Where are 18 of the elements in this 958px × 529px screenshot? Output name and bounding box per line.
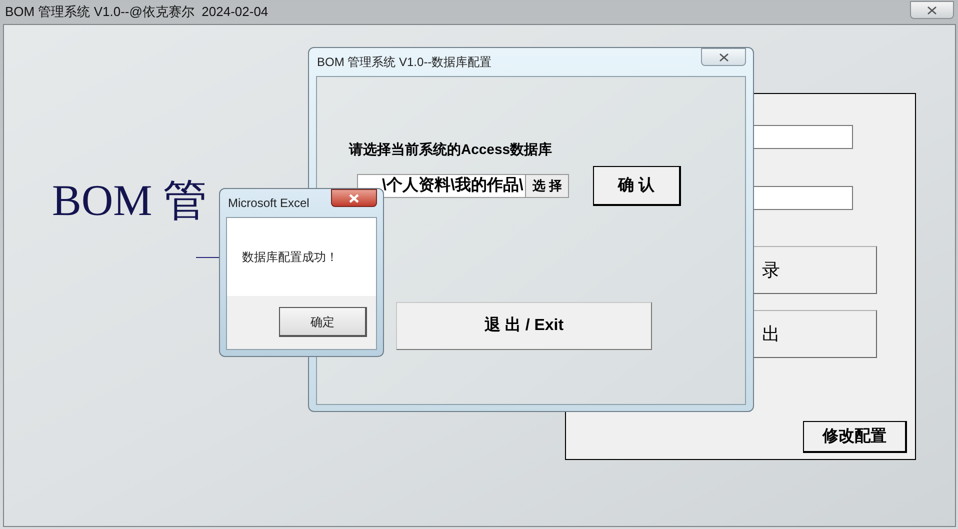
close-button[interactable]	[701, 48, 746, 66]
close-icon	[349, 194, 359, 202]
exit-button[interactable]: 退 出 / Exit	[396, 302, 652, 350]
browse-button[interactable]: 选 择	[525, 175, 568, 197]
path-field[interactable]: \个人资料\我的作品\ 选 择	[357, 174, 569, 198]
close-icon	[927, 6, 937, 14]
ok-button[interactable]: 确定	[279, 307, 367, 337]
message-text: 数据库配置成功！	[242, 249, 338, 266]
window-title: BOM 管理系统 V1.0--@依克赛尔 2024-02-04	[5, 3, 268, 22]
confirm-button[interactable]: 确 认	[592, 166, 681, 206]
app-heading: BOM 管	[52, 175, 208, 227]
dialog-title: Microsoft Excel	[228, 195, 310, 212]
close-button[interactable]	[331, 189, 377, 207]
dialog-title: BOM 管理系统 V1.0--数据库配置	[317, 54, 492, 71]
settings-button[interactable]: 修改配置	[803, 421, 907, 453]
close-icon	[718, 52, 728, 62]
database-prompt: 请选择当前系统的Access数据库	[349, 140, 554, 159]
close-button[interactable]	[910, 1, 954, 19]
